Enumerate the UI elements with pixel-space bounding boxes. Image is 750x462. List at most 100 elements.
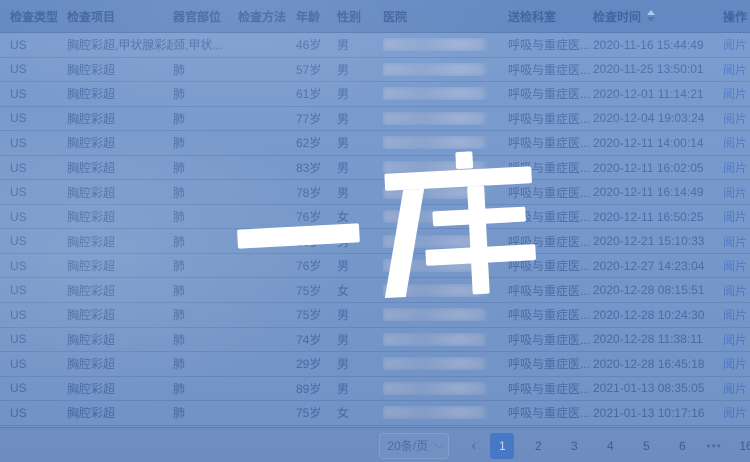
hospital-redaction-blur xyxy=(383,333,485,346)
cell-time: 2020-12-11 16:50:25 xyxy=(593,210,723,224)
cell-age: 74岁 xyxy=(296,331,337,348)
cell-age: 83岁 xyxy=(296,159,337,176)
table-row: US胸腔彩超,甲状腺彩超颈,甲状...46岁男呼吸与重症医...2020-11-… xyxy=(0,33,750,58)
table-row: US胸腔彩超肺78岁男呼吸与重症医...2020-12-11 16:14:49阅… xyxy=(0,180,750,205)
view-images-link[interactable]: 阅片 xyxy=(723,355,747,372)
view-images-link[interactable]: 阅片 xyxy=(723,184,747,201)
cell-hospital xyxy=(383,112,508,125)
cell-item: 胸腔彩超,甲状腺彩超 xyxy=(67,36,173,53)
hospital-redaction-blur xyxy=(383,382,485,395)
cell-type: US xyxy=(0,185,67,199)
cell-time: 2020-12-28 11:38:11 xyxy=(593,332,723,346)
sort-desc-icon[interactable] xyxy=(647,17,655,22)
hospital-redaction-blur xyxy=(383,87,485,100)
view-images-link[interactable]: 阅片 xyxy=(723,110,747,127)
table-row: US胸腔彩超肺62岁男呼吸与重症医...2020-12-11 14:00:14阅… xyxy=(0,131,750,156)
view-images-link[interactable]: 阅片 xyxy=(723,134,747,151)
view-images-link[interactable]: 阅片 xyxy=(723,85,747,102)
cell-dept: 呼吸与重症医... xyxy=(508,233,593,250)
cell-gender: 男 xyxy=(337,61,383,78)
cell-organ: 肺 xyxy=(173,257,238,274)
view-images-link[interactable]: 阅片 xyxy=(723,282,747,299)
cell-organ: 肺 xyxy=(173,61,238,78)
cell-item: 胸腔彩超 xyxy=(67,233,173,250)
view-images-link[interactable]: 阅片 xyxy=(723,257,747,274)
table-row: US胸腔彩超肺75岁女呼吸与重症医...2020-12-28 08:15:51阅… xyxy=(0,278,750,303)
cell-time: 2020-12-11 14:00:14 xyxy=(593,136,723,150)
cell-organ: 肺 xyxy=(173,159,238,176)
hospital-redaction-blur xyxy=(383,406,485,419)
cell-type: US xyxy=(0,234,67,248)
table-row: US胸腔彩超肺57岁男呼吸与重症医...2020-11-25 13:50:01阅… xyxy=(0,58,750,83)
cell-gender: 男 xyxy=(337,257,383,274)
hospital-redaction-blur xyxy=(383,112,485,125)
table-row: US胸腔彩超肺75岁男呼吸与重症医...2020-12-28 10:24:30阅… xyxy=(0,303,750,328)
cell-age: 77岁 xyxy=(296,110,337,127)
cell-gender: 男 xyxy=(337,184,383,201)
page-button-2[interactable]: 2 xyxy=(526,433,550,459)
view-images-link[interactable]: 阅片 xyxy=(723,404,747,421)
cell-dept: 呼吸与重症医... xyxy=(508,36,593,53)
cell-type: US xyxy=(0,111,67,125)
exam-list-screen: 检查类型检查项目器官部位检查方法年龄性别医院送检科室检查时间操作 US胸腔彩超,… xyxy=(0,0,750,462)
cell-dept: 呼吸与重症医... xyxy=(508,404,593,421)
view-images-link[interactable]: 阅片 xyxy=(723,380,747,397)
column-header-dept: 送检科室 xyxy=(508,8,593,25)
cell-dept: 呼吸与重症医... xyxy=(508,355,593,372)
cell-time: 2020-12-01 11:14:21 xyxy=(593,87,723,101)
cell-organ: 肺 xyxy=(173,404,238,421)
column-header-method: 检查方法 xyxy=(238,8,296,25)
page-button-6[interactable]: 6 xyxy=(670,433,694,459)
table-header-row: 检查类型检查项目器官部位检查方法年龄性别医院送检科室检查时间操作 xyxy=(0,0,750,33)
cell-gender: 男 xyxy=(337,331,383,348)
view-images-link[interactable]: 阅片 xyxy=(723,233,747,250)
cell-type: US xyxy=(0,283,67,297)
cell-hospital xyxy=(383,161,508,174)
hospital-redaction-blur xyxy=(383,210,485,223)
cell-age: 75岁 xyxy=(296,282,337,299)
page-button-5[interactable]: 5 xyxy=(634,433,658,459)
cell-organ: 肺 xyxy=(173,380,238,397)
hospital-redaction-blur xyxy=(383,136,485,149)
cell-hospital xyxy=(383,136,508,149)
cell-gender: 女 xyxy=(337,404,383,421)
column-header-label: 器官部位 xyxy=(173,8,221,25)
cell-gender: 女 xyxy=(337,208,383,225)
column-header-label: 性别 xyxy=(337,8,361,25)
cell-time: 2021-01-13 10:17:16 xyxy=(593,406,723,420)
sort-asc-icon[interactable] xyxy=(647,10,655,15)
column-header-action: 操作 xyxy=(723,8,750,25)
cell-age: 62岁 xyxy=(296,134,337,151)
page-button-3[interactable]: 3 xyxy=(562,433,586,459)
pagination-ellipsis[interactable]: ••• xyxy=(706,439,722,453)
hospital-redaction-blur xyxy=(383,38,485,51)
cell-organ: 肺 xyxy=(173,134,238,151)
page-button-16[interactable]: 16 xyxy=(734,433,750,459)
cell-organ: 肺 xyxy=(173,110,238,127)
view-images-link[interactable]: 阅片 xyxy=(723,306,747,323)
view-images-link[interactable]: 阅片 xyxy=(723,61,747,78)
column-header-time[interactable]: 检查时间 xyxy=(593,8,723,25)
view-images-link[interactable]: 阅片 xyxy=(723,208,747,225)
cell-hospital xyxy=(383,235,508,248)
cell-gender: 男 xyxy=(337,306,383,323)
prev-page-button[interactable]: ‹ xyxy=(469,437,478,454)
cell-age: 76岁 xyxy=(296,257,337,274)
cell-action: 阅片 xyxy=(723,257,750,274)
cell-type: US xyxy=(0,381,67,395)
table-row: US胸腔彩超肺76岁男呼吸与重症医...2020-12-27 14:23:04阅… xyxy=(0,254,750,279)
view-images-link[interactable]: 阅片 xyxy=(723,331,747,348)
page-size-select[interactable]: 20条/页 xyxy=(379,433,449,459)
page-button-1[interactable]: 1 xyxy=(490,433,514,459)
cell-dept: 呼吸与重症医... xyxy=(508,85,593,102)
cell-action: 阅片 xyxy=(723,61,750,78)
page-button-4[interactable]: 4 xyxy=(598,433,622,459)
column-header-label: 操作 xyxy=(723,8,747,25)
cell-type: US xyxy=(0,308,67,322)
view-images-link[interactable]: 阅片 xyxy=(723,159,747,176)
cell-action: 阅片 xyxy=(723,184,750,201)
view-images-link[interactable]: 阅片 xyxy=(723,36,747,53)
cell-gender: 男 xyxy=(337,110,383,127)
cell-age: 75岁 xyxy=(296,306,337,323)
cell-type: US xyxy=(0,357,67,371)
